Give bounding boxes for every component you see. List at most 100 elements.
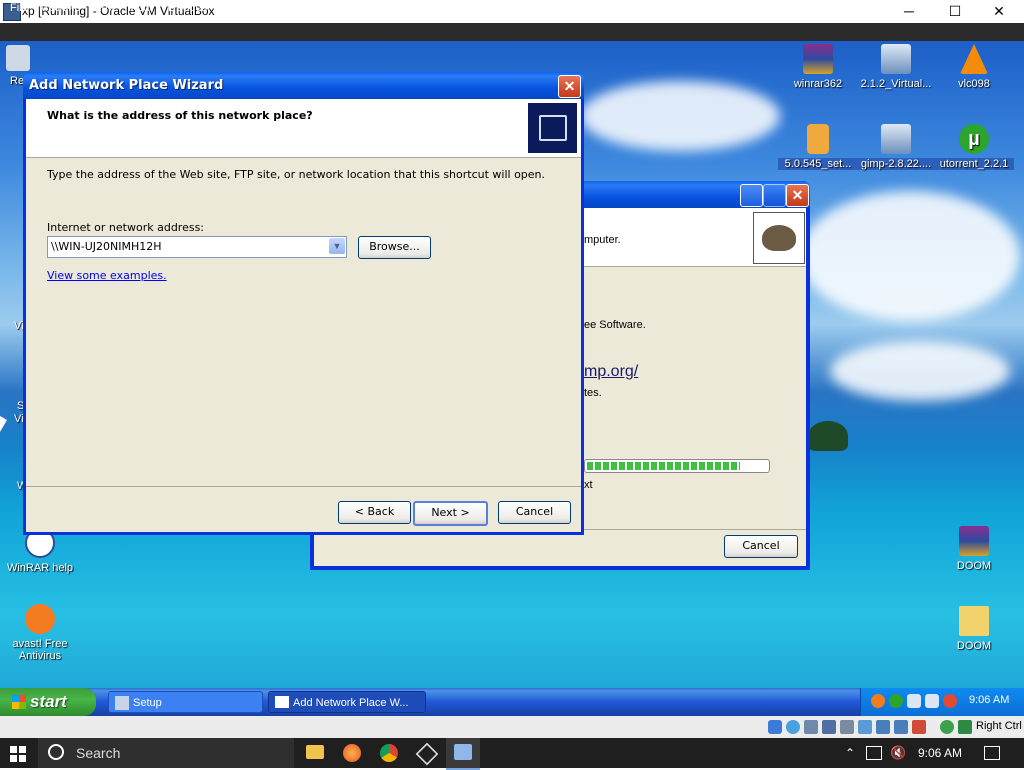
network-status-icon[interactable] xyxy=(822,720,836,734)
setup-progress-fill xyxy=(587,462,740,470)
vlc-icon xyxy=(960,44,988,74)
network-folder-icon xyxy=(528,103,577,153)
minimize-button[interactable]: ─ xyxy=(886,0,932,23)
installer-icon xyxy=(881,44,911,74)
avast-icon xyxy=(25,604,55,634)
gimp-logo-icon xyxy=(753,212,805,264)
menu-view[interactable]: View xyxy=(92,2,116,14)
wizard-divider xyxy=(26,486,581,487)
menu-help[interactable]: Help xyxy=(219,2,242,14)
recycle-bin-icon xyxy=(6,45,30,71)
wizard-window: Add Network Place Wizard ✕ What is the a… xyxy=(23,72,584,535)
desktop-icon-vlc098[interactable]: vlc098 xyxy=(934,44,1014,90)
close-icon[interactable]: ✕ xyxy=(786,184,809,207)
desktop-icon-gimp-installer[interactable]: gimp-2.8.22.... xyxy=(856,124,936,170)
taskbar-item-label: Setup xyxy=(133,697,162,709)
setup-text: tes. xyxy=(584,387,602,399)
close-button[interactable]: ✕ xyxy=(976,0,1022,23)
volume-muted-icon[interactable]: 🔇 xyxy=(890,745,906,761)
setup-cancel-button[interactable]: Cancel xyxy=(724,535,798,558)
usb-status-icon[interactable] xyxy=(840,720,854,734)
file-explorer-icon[interactable] xyxy=(306,745,324,759)
network-tray-icon[interactable] xyxy=(907,694,921,708)
maximize-icon xyxy=(763,184,786,207)
network-icon[interactable] xyxy=(866,746,882,760)
windows-start-icon[interactable] xyxy=(10,746,26,762)
menu-file[interactable]: File xyxy=(10,2,28,14)
address-label: Internet or network address: xyxy=(47,221,205,234)
start-button[interactable]: start xyxy=(0,688,96,716)
search-label: Search xyxy=(76,745,121,761)
cancel-button[interactable]: Cancel xyxy=(498,501,571,524)
minimize-icon[interactable] xyxy=(740,184,763,207)
network-tray-icon[interactable] xyxy=(925,694,939,708)
desktop-icon-avast-setup[interactable]: 5.0.545_set... xyxy=(778,124,858,170)
security-tray-icon[interactable] xyxy=(943,694,957,708)
chrome-icon[interactable] xyxy=(380,744,398,762)
mouse-cursor xyxy=(0,416,7,432)
setup-url[interactable]: mp.org/ xyxy=(584,363,638,381)
wizard-app-icon xyxy=(275,696,289,708)
setup-progress-track xyxy=(584,459,770,473)
firefox-icon[interactable] xyxy=(343,744,361,762)
taskbar-item-wizard[interactable]: Add Network Place W... xyxy=(268,691,426,713)
optical-status-icon[interactable] xyxy=(786,720,800,734)
desktop-icon-winrar362[interactable]: winrar362 xyxy=(778,44,858,90)
recording-status-icon[interactable] xyxy=(894,720,908,734)
desktop-icon-utorrent[interactable]: µ utorrent_2.2.1 xyxy=(934,124,1014,170)
address-combobox[interactable]: \\WIN-UJ20NIMH12H ▼ xyxy=(47,236,347,258)
desktop-icon-doom-archive[interactable]: DOOM xyxy=(934,526,1014,572)
host-statusbar: Right Ctrl xyxy=(0,716,1024,738)
setup-text: xt xyxy=(584,479,593,491)
chevron-up-icon[interactable]: ⌃ xyxy=(845,746,855,760)
chevron-down-icon[interactable]: ▼ xyxy=(329,238,345,254)
avast-tray-icon[interactable] xyxy=(871,694,885,708)
host-menubar xyxy=(0,23,1024,41)
wizard-heading: What is the address of this network plac… xyxy=(47,109,313,122)
windows-logo-icon xyxy=(12,695,26,709)
shared-folders-icon[interactable] xyxy=(858,720,872,734)
back-button[interactable]: < Back xyxy=(338,501,411,524)
xp-system-tray: 9:06 AM xyxy=(860,688,1024,716)
host-key-icon[interactable] xyxy=(958,720,972,734)
app-cube-icon[interactable] xyxy=(415,742,439,766)
wizard-body xyxy=(26,99,581,532)
setup-text: ee Software. xyxy=(584,319,646,331)
menu-input[interactable]: Input xyxy=(128,2,152,14)
setup-app-icon xyxy=(115,696,129,710)
storage-status-icon[interactable] xyxy=(768,720,782,734)
windows-taskbar: Search ⌃ 🔇 9:06 AM xyxy=(0,738,1024,770)
next-button[interactable]: Next > xyxy=(413,501,488,526)
desktop-icon-avast[interactable]: avast! Free Antivirus xyxy=(0,604,80,662)
menu-devices[interactable]: Devices xyxy=(168,2,207,14)
desktop-icon-doom-folder[interactable]: DOOM xyxy=(934,606,1014,652)
wizard-description: Type the address of the Web site, FTP si… xyxy=(47,168,546,181)
virtualbox-taskbar-item[interactable] xyxy=(446,738,480,770)
host-key-label: Right Ctrl xyxy=(976,720,1022,732)
mouse-integration-icon[interactable] xyxy=(940,720,954,734)
w10-clock: 9:06 AM xyxy=(918,746,963,760)
wizard-header xyxy=(26,99,581,158)
close-icon[interactable]: ✕ xyxy=(558,75,581,98)
audio-status-icon[interactable] xyxy=(804,720,818,734)
taskbar-search-box[interactable]: Search xyxy=(38,738,294,768)
browse-button[interactable]: Browse... xyxy=(358,236,431,259)
menu-machine[interactable]: Machine xyxy=(39,2,81,14)
avast-setup-icon xyxy=(807,124,829,154)
view-examples-link[interactable]: View some examples. xyxy=(47,269,167,282)
cloud xyxy=(830,341,1010,401)
maximize-button[interactable]: ☐ xyxy=(932,0,978,23)
notification-icon[interactable] xyxy=(984,746,1000,760)
cloud xyxy=(580,81,780,151)
vt-x-status-icon[interactable] xyxy=(912,720,926,734)
cloud xyxy=(800,191,1020,321)
xp-clock: 9:06 AM xyxy=(969,694,1010,706)
palm-tree xyxy=(808,421,848,451)
address-input[interactable]: \\WIN-UJ20NIMH12H xyxy=(51,240,162,253)
utorrent-icon: µ xyxy=(959,124,989,154)
setup-text: mputer. xyxy=(584,234,621,246)
utorrent-tray-icon[interactable] xyxy=(889,694,903,708)
display-status-icon[interactable] xyxy=(876,720,890,734)
desktop-icon-virtualbox-installer[interactable]: 2.1.2_Virtual... xyxy=(856,44,936,90)
taskbar-item-setup[interactable]: Setup xyxy=(108,691,263,713)
